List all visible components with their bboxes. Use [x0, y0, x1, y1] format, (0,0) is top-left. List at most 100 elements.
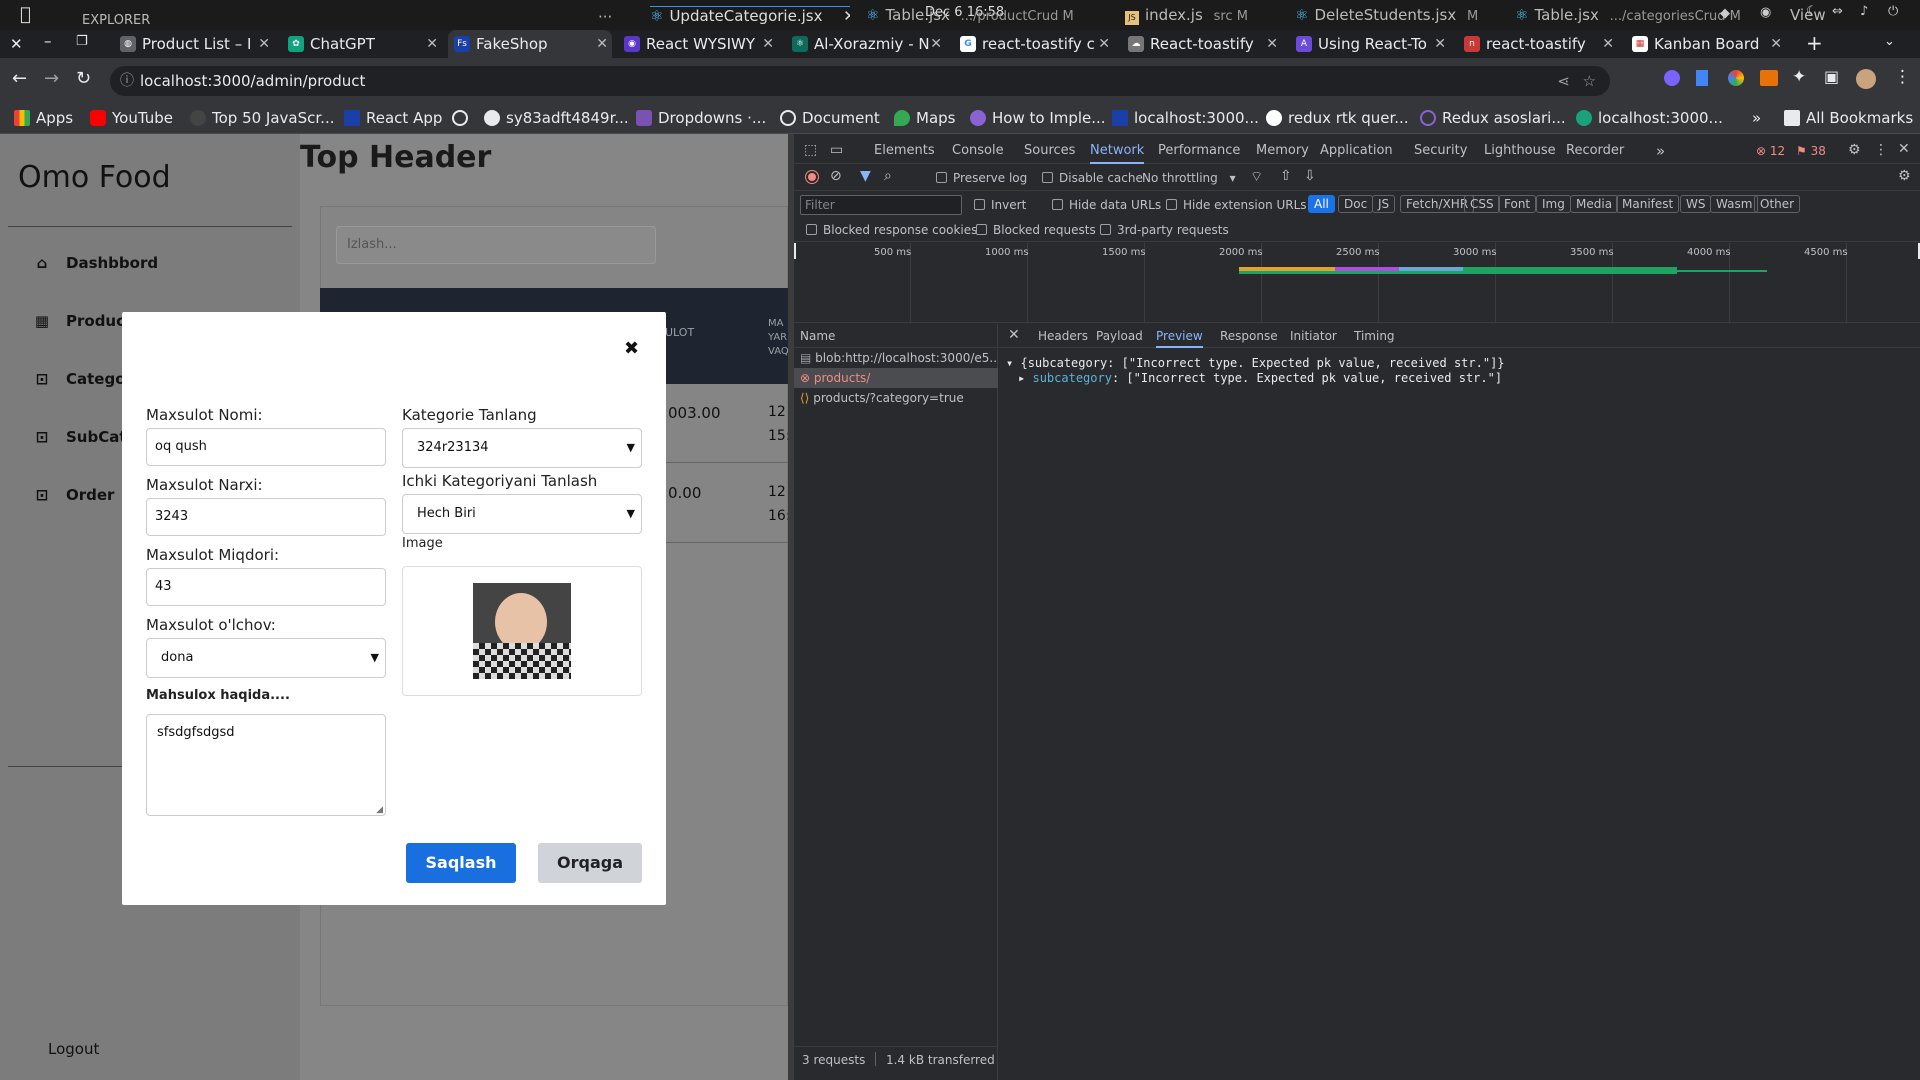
- devtools-tab-security[interactable]: Security: [1414, 138, 1467, 164]
- resize-handle-icon[interactable]: ◢: [376, 805, 383, 815]
- bookmark-circle[interactable]: [452, 109, 474, 127]
- preview-property-line[interactable]: ▸ subcategory: ["Incorrect type. Expecte…: [1018, 371, 1502, 385]
- more-icon[interactable]: ···: [598, 8, 612, 26]
- editor-tab-indexjs[interactable]: JS index.js src M: [1125, 6, 1275, 30]
- tab-close-icon[interactable]: ✕: [1770, 30, 1782, 58]
- request-row[interactable]: ⟨⟩ products/?category=true: [794, 388, 998, 408]
- detail-tab-initiator[interactable]: Initiator: [1290, 324, 1337, 348]
- devtools-tab-sources[interactable]: Sources: [1024, 138, 1075, 164]
- window-minimize-icon[interactable]: –: [44, 32, 52, 50]
- type-filter-ws[interactable]: WS: [1680, 195, 1712, 213]
- hide-extension-urls-checkbox[interactable]: Hide extension URLs: [1166, 198, 1307, 212]
- devtools-tab-performance[interactable]: Performance: [1158, 138, 1240, 164]
- editor-tab-table-productcrud[interactable]: ⚛ Table.jsx .../productCrud M: [866, 6, 1086, 30]
- detail-tab-timing[interactable]: Timing: [1354, 324, 1395, 348]
- preserve-log-checkbox[interactable]: Preserve log: [936, 171, 1027, 185]
- devtools-tab-network[interactable]: Network: [1090, 138, 1145, 164]
- type-filter-media[interactable]: Media: [1570, 195, 1619, 213]
- type-filter-wasm[interactable]: Wasm: [1710, 195, 1759, 213]
- product-name-input[interactable]: oq qush: [146, 428, 386, 466]
- bookmarks-overflow[interactable]: »: [1752, 109, 1761, 127]
- type-filter-font[interactable]: Font: [1498, 195, 1537, 213]
- close-icon[interactable]: ✕: [843, 7, 850, 25]
- type-filter-all[interactable]: All: [1308, 195, 1335, 213]
- invert-checkbox[interactable]: Invert: [974, 198, 1026, 212]
- devtools-menu-icon[interactable]: ⋮: [1874, 142, 1888, 158]
- product-quantity-input[interactable]: 43: [146, 568, 386, 606]
- os-logo-icon[interactable]: : [20, 4, 31, 25]
- color-picker-extension-icon[interactable]: [1728, 70, 1744, 86]
- type-filter-img[interactable]: Img: [1536, 195, 1571, 213]
- browser-tab[interactable]: n react-toastify ✕: [1458, 30, 1618, 58]
- detail-tab-headers[interactable]: Headers: [1038, 324, 1088, 348]
- detail-tab-preview[interactable]: Preview: [1156, 324, 1203, 348]
- tab-close-icon[interactable]: ✕: [1098, 30, 1110, 58]
- sidebar-item-dashboard[interactable]: ⌂ Dashbbord: [32, 254, 158, 272]
- export-har-icon[interactable]: ⇩: [1304, 168, 1316, 184]
- type-filter-js[interactable]: JS: [1372, 195, 1396, 213]
- category-select[interactable]: 324r23134 ▼: [402, 428, 642, 468]
- bookmark-youtube[interactable]: YouTube: [90, 109, 173, 127]
- night-mode-icon[interactable]: ☾: [1806, 4, 1818, 19]
- blocked-requests-checkbox[interactable]: Blocked requests: [976, 223, 1096, 237]
- volume-icon[interactable]: ♪: [1860, 4, 1868, 19]
- editor-tab-updatecategorie[interactable]: ⚛ UpdateCategorie.jsx ✕: [650, 6, 850, 30]
- tab-close-icon[interactable]: ✕: [1602, 30, 1614, 58]
- issues-count-badge[interactable]: ⚑ 38: [1796, 144, 1826, 158]
- extensions-puzzle-icon[interactable]: ✦: [1792, 67, 1806, 87]
- save-button[interactable]: Saqlash: [406, 843, 516, 883]
- preview-object-line[interactable]: ▾ {subcategory: ["Incorrect type. Expect…: [1006, 356, 1505, 370]
- filter-funnel-icon[interactable]: ▼: [860, 168, 871, 184]
- type-filter-other[interactable]: Other: [1754, 195, 1801, 213]
- steam-icon[interactable]: ◉: [1760, 5, 1771, 20]
- tab-close-icon[interactable]: ✕: [762, 30, 774, 58]
- menu-kebab-icon[interactable]: ⋮: [1894, 67, 1911, 87]
- devtools-tab-console[interactable]: Console: [952, 138, 1004, 164]
- bookmark-localhost[interactable]: localhost:3000...: [1112, 109, 1259, 127]
- vscode-icon[interactable]: ◆: [1720, 6, 1730, 21]
- bookmark-localhost-2[interactable]: localhost:3000...: [1576, 109, 1723, 127]
- browser-tab[interactable]: ☁ React-toastify ✕: [1122, 30, 1282, 58]
- devtools-close-icon[interactable]: ✕: [1898, 141, 1910, 157]
- close-detail-icon[interactable]: ✕: [1008, 327, 1020, 343]
- browser-tab[interactable]: A Using React-To ✕: [1290, 30, 1450, 58]
- record-icon[interactable]: [806, 171, 818, 183]
- filter-input[interactable]: Filter: [800, 195, 962, 215]
- error-count-badge[interactable]: ⊗ 12: [1756, 144, 1785, 158]
- forward-icon[interactable]: →: [44, 68, 59, 89]
- throttling-select[interactable]: No throttling ▾: [1142, 171, 1236, 185]
- sidebar-item-order[interactable]: ⊡ Order: [32, 486, 115, 504]
- product-unit-select[interactable]: dona ▼: [146, 638, 386, 678]
- tab-close-icon[interactable]: ✕: [1266, 30, 1278, 58]
- browser-tab-active[interactable]: Fs FakeShop ✕: [448, 30, 612, 58]
- third-party-checkbox[interactable]: 3rd-party requests: [1100, 223, 1229, 237]
- browser-tab[interactable]: ▦ Kanban Board ✕: [1626, 30, 1786, 58]
- bookmark-star-icon[interactable]: ☆: [1583, 66, 1596, 96]
- search-icon[interactable]: ⌕: [884, 168, 892, 184]
- image-upload-area[interactable]: [402, 566, 642, 696]
- bookmark-document[interactable]: Document: [780, 109, 880, 127]
- bookmark-how-to[interactable]: How to Imple...: [970, 109, 1106, 127]
- browser-tab[interactable]: ◍ Product List – I ✕: [114, 30, 274, 58]
- devtools-tab-recorder[interactable]: Recorder: [1566, 138, 1624, 164]
- hide-data-urls-checkbox[interactable]: Hide data URLs: [1052, 198, 1161, 212]
- devtools-tab-memory[interactable]: Memory: [1256, 138, 1309, 164]
- type-filter-manifest[interactable]: Manifest: [1616, 195, 1680, 213]
- tab-close-icon[interactable]: ✕: [930, 30, 942, 58]
- request-row-selected[interactable]: ⊗ products/: [794, 368, 998, 388]
- inspect-element-icon[interactable]: ⬚: [804, 142, 817, 158]
- bookmark-react-app[interactable]: React App: [344, 109, 442, 127]
- share-icon[interactable]: ⋖: [1557, 66, 1570, 96]
- devtools-tab-lighthouse[interactable]: Lighthouse: [1484, 138, 1556, 164]
- extension-icon[interactable]: [1696, 70, 1708, 86]
- network-conditions-icon[interactable]: ⌔: [1250, 168, 1263, 186]
- devtools-more-tabs[interactable]: »: [1656, 138, 1665, 164]
- bookmark-top50[interactable]: Top 50 JavaScr...: [190, 109, 334, 127]
- blocked-cookies-checkbox[interactable]: Blocked response cookies: [806, 223, 977, 237]
- detail-tab-response[interactable]: Response: [1220, 324, 1278, 348]
- bookmark-dropdowns[interactable]: Dropdowns ·...: [636, 109, 766, 127]
- clear-icon[interactable]: ⊘: [830, 168, 842, 184]
- subcategory-select[interactable]: Hech Biri ▼: [402, 494, 642, 534]
- tab-close-icon[interactable]: ✕: [426, 30, 438, 58]
- search-input[interactable]: Izlash...: [336, 226, 656, 264]
